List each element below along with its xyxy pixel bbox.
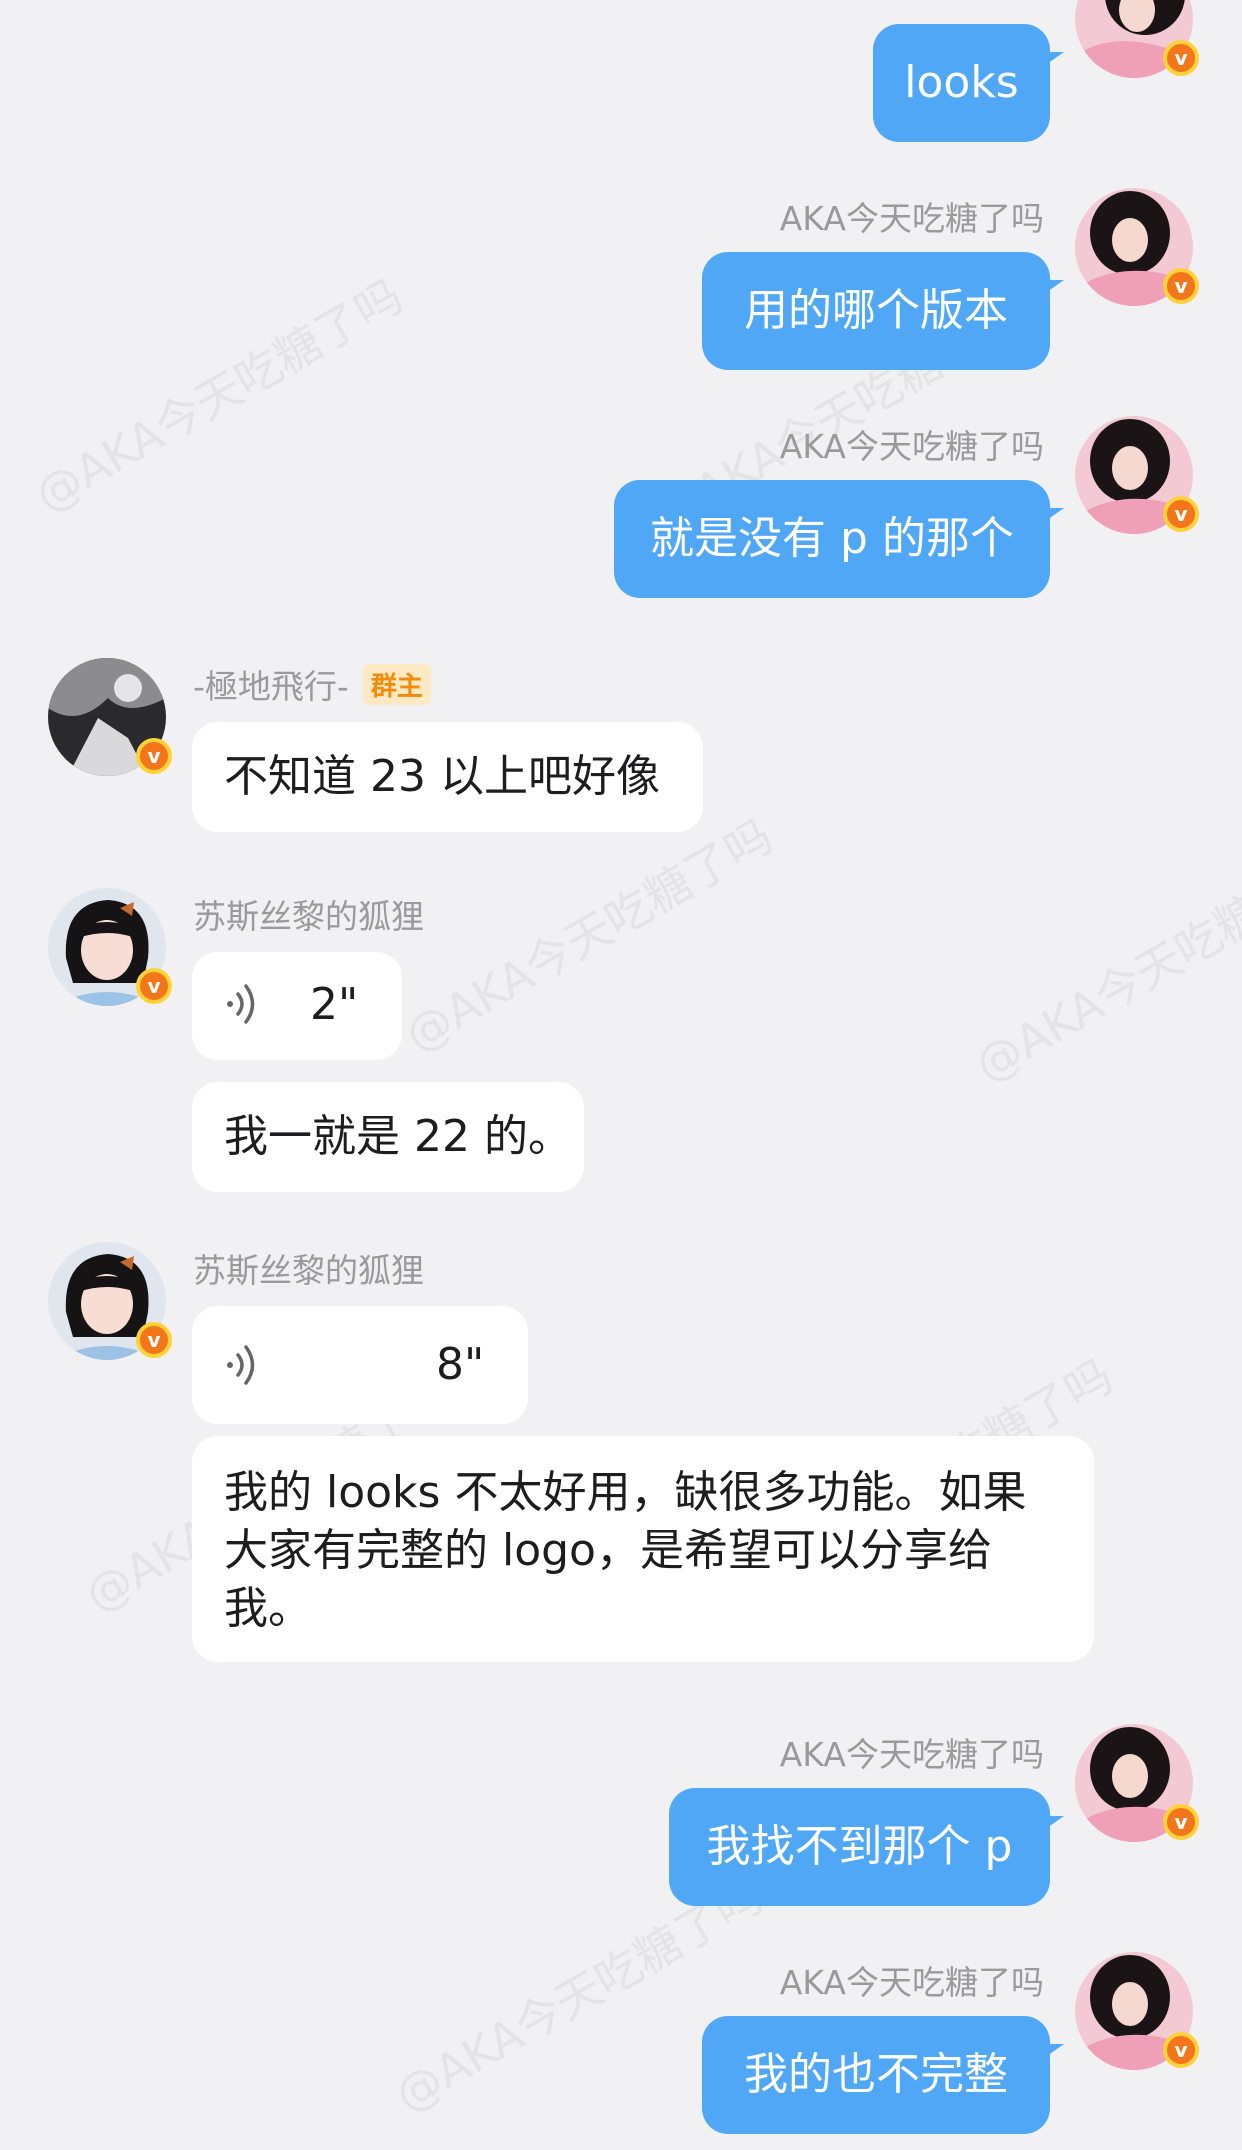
message-text: 我的 looks 不太好用，缺很多功能。如果大家有完整的 logo，是希望可以分… [224, 1467, 1027, 1634]
avatar[interactable]: v [1075, 0, 1199, 78]
message-outgoing: AKA今天吃糖了吗 v 就是没有 p 的那个 [0, 408, 1242, 608]
avatar[interactable]: v [48, 888, 172, 1006]
message-outgoing: AKA今天吃糖了吗 v 我找不到那个 p [0, 1716, 1242, 1916]
message-text: 不知道 23 以上吧好像 [224, 751, 660, 802]
bubble-tail [1044, 280, 1064, 294]
voice-duration: 2" [310, 979, 359, 1030]
message-text: 用的哪个版本 [744, 285, 1008, 336]
message-text: 就是没有 p 的那个 [650, 513, 1014, 564]
verified-badge-icon: v [136, 968, 172, 1004]
message-bubble[interactable]: 我的也不完整 [702, 2016, 1064, 2134]
bubble-tail [1044, 1816, 1064, 1830]
chat-view: @AKA今天吃糖了吗 @AKA今天吃糖了吗 @AKA今天吃糖了吗 @AKA今天吃… [0, 0, 1242, 2150]
message-outgoing: AKA今天吃糖了吗 v 用的哪个版本 [0, 180, 1242, 380]
voice-duration: 8" [436, 1339, 485, 1390]
avatar[interactable]: v [1075, 1724, 1199, 1842]
voice-wave-icon [227, 1345, 255, 1385]
message-bubble[interactable]: looks [873, 24, 1064, 142]
message-text: looks [904, 57, 1019, 108]
message-text: 我一就是 22 的。 [224, 1111, 572, 1162]
avatar[interactable]: v [1075, 1952, 1199, 2070]
sender-name: 苏斯丝黎的狐狸 [193, 897, 424, 936]
voice-message[interactable]: 2" [192, 952, 402, 1060]
avatar[interactable]: v [48, 1242, 172, 1360]
message-bubble[interactable]: 就是没有 p 的那个 [614, 480, 1064, 598]
message-text: 我的也不完整 [744, 2049, 1008, 2100]
message-incoming: v 苏斯丝黎的狐狸 8" 我的 looks 不太好用，缺很多功能。如果大家有完整… [0, 1236, 1242, 1676]
sender-name: AKA今天吃糖了吗 [779, 199, 1044, 238]
message-outgoing: v looks [0, 0, 1242, 150]
message-bubble[interactable]: 我的 looks 不太好用，缺很多功能。如果大家有完整的 logo，是希望可以分… [192, 1436, 1094, 1662]
message-outgoing: AKA今天吃糖了吗 v 我的也不完整 [0, 1944, 1242, 2150]
voice-message[interactable]: 8" [192, 1306, 528, 1424]
message-bubble[interactable]: 我一就是 22 的。 [192, 1082, 584, 1192]
bubble-tail [1044, 508, 1064, 522]
avatar[interactable]: v [48, 658, 172, 776]
avatar[interactable]: v [1075, 188, 1199, 306]
bubble-tail [1044, 52, 1064, 66]
verified-badge-icon: v [1163, 496, 1199, 532]
verified-badge-icon: v [1163, 40, 1199, 76]
message-incoming: v 苏斯丝黎的狐狸 2" 我一就是 22 的。 [0, 882, 1242, 1202]
sender-name-text: -極地飛行- [193, 667, 349, 706]
verified-badge-icon: v [136, 738, 172, 774]
bubble-tail [1044, 2044, 1064, 2058]
sender-name: AKA今天吃糖了吗 [779, 1963, 1044, 2002]
verified-badge-icon: v [1163, 1804, 1199, 1840]
message-text: 我找不到那个 p [706, 1821, 1013, 1872]
verified-badge-icon: v [1163, 2032, 1199, 2068]
verified-badge-icon: v [1163, 268, 1199, 304]
message-bubble[interactable]: 我找不到那个 p [669, 1788, 1064, 1906]
message-bubble[interactable]: 用的哪个版本 [702, 252, 1064, 370]
sender-name: AKA今天吃糖了吗 [779, 1735, 1044, 1774]
message-bubble[interactable]: 不知道 23 以上吧好像 [192, 722, 703, 832]
avatar[interactable]: v [1075, 416, 1199, 534]
sender-name: AKA今天吃糖了吗 [779, 427, 1044, 466]
sender-name: -極地飛行- 群主 [193, 660, 431, 708]
group-owner-badge: 群主 [362, 664, 431, 705]
message-incoming: v -極地飛行- 群主 不知道 23 以上吧好像 [0, 652, 1242, 852]
sender-name: 苏斯丝黎的狐狸 [193, 1251, 424, 1290]
verified-badge-icon: v [136, 1322, 172, 1358]
voice-wave-icon [227, 984, 255, 1024]
